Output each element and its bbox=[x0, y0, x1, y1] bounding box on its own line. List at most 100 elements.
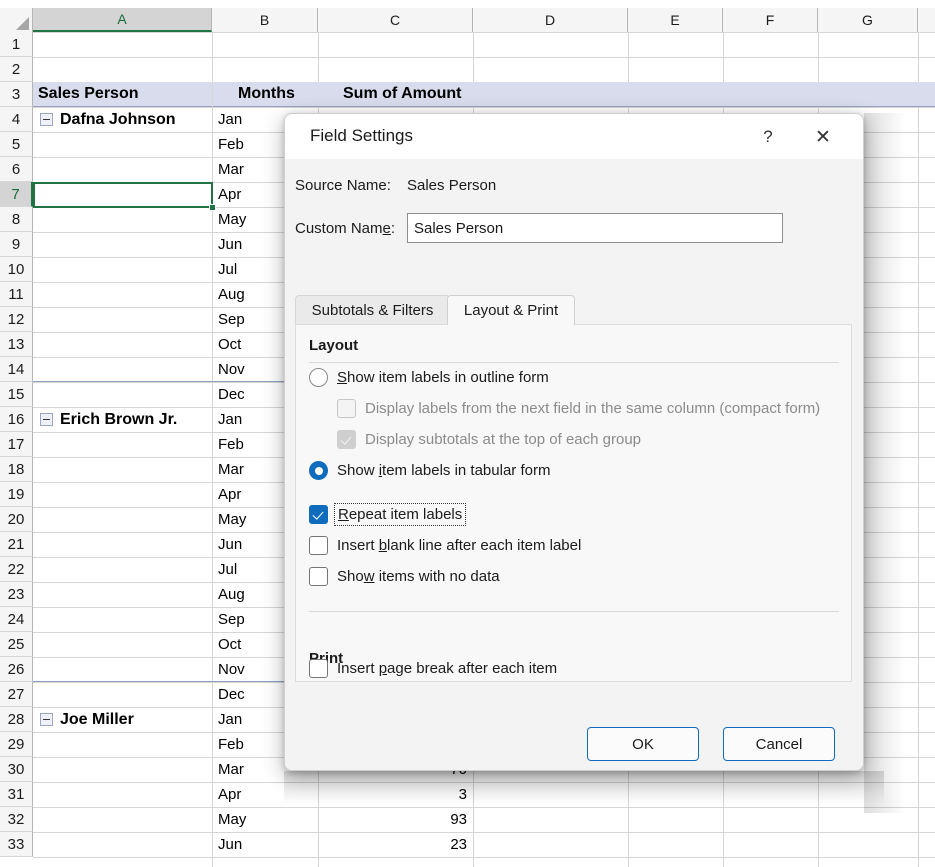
row-header-5[interactable]: 5 bbox=[0, 132, 33, 157]
group-separator bbox=[33, 381, 318, 382]
row-header-24[interactable]: 24 bbox=[0, 607, 33, 632]
pivot-header-months: Months bbox=[213, 82, 318, 107]
row-header-25[interactable]: 25 bbox=[0, 632, 33, 657]
row-header-7[interactable]: 7 bbox=[0, 182, 33, 207]
collapse-group-button[interactable] bbox=[40, 413, 53, 426]
column-header-g[interactable]: G bbox=[818, 8, 918, 32]
tab-subtotals-and-filters[interactable]: Subtotals & Filters bbox=[295, 295, 450, 325]
row-header-9[interactable]: 9 bbox=[0, 232, 33, 257]
option-label: Show item labels in tabular form bbox=[337, 462, 551, 479]
column-header-bar: ABCDEFG bbox=[0, 8, 935, 33]
row-header-33[interactable]: 33 bbox=[0, 832, 33, 857]
checkbox-repeat-item-labels[interactable]: Repeat item labels bbox=[309, 503, 467, 526]
column-header-f[interactable]: F bbox=[723, 8, 818, 32]
radio-show-item-labels-outline-form[interactable]: Show item labels in outline form bbox=[309, 368, 549, 387]
row-header-32[interactable]: 32 bbox=[0, 807, 33, 832]
option-label: Repeat item labels bbox=[333, 503, 467, 526]
select-all-corner[interactable] bbox=[0, 8, 33, 32]
cell-c32[interactable]: 93 bbox=[319, 807, 473, 832]
layout-and-print-panel: Layout Show item labels in outline form … bbox=[295, 324, 852, 682]
checkbox-show-items-with-no-data[interactable]: Show items with no data bbox=[309, 567, 500, 586]
checkbox-indicator bbox=[337, 399, 356, 418]
checkbox-display-subtotals-top: Display subtotals at the top of each gro… bbox=[337, 430, 641, 449]
cell-b33[interactable]: Jun bbox=[213, 832, 318, 857]
row-header-16[interactable]: 16 bbox=[0, 407, 33, 432]
collapse-group-button[interactable] bbox=[40, 113, 53, 126]
field-settings-dialog: Field Settings ? ✕ Source Name: Sales Pe… bbox=[284, 113, 864, 771]
row-header-20[interactable]: 20 bbox=[0, 507, 33, 532]
row-header-3[interactable]: 3 bbox=[0, 82, 33, 107]
checkbox-insert-blank-line[interactable]: Insert blank line after each item label bbox=[309, 536, 581, 555]
pivot-header-filler bbox=[473, 82, 935, 107]
row-header-11[interactable]: 11 bbox=[0, 282, 33, 307]
row-header-bar: 1 2 3 4 5 6 7 8 9 10 11 12 13 14 15 16 17 18 19 20 21 22 23 24 2… bbox=[0, 32, 33, 857]
collapse-group-button[interactable] bbox=[40, 713, 53, 726]
radio-show-item-labels-tabular-form[interactable]: Show item labels in tabular form bbox=[309, 461, 550, 480]
dialog-titlebar[interactable]: Field Settings ? ✕ bbox=[285, 114, 863, 159]
option-label: Insert blank line after each item label bbox=[337, 537, 582, 554]
row-header-6[interactable]: 6 bbox=[0, 157, 33, 182]
gridline-horizontal bbox=[33, 57, 935, 58]
custom-name-input[interactable] bbox=[407, 213, 783, 243]
gridline-horizontal bbox=[33, 857, 935, 858]
cell-c31[interactable]: 3 bbox=[319, 782, 473, 807]
close-icon[interactable]: ✕ bbox=[808, 122, 838, 152]
cell-b31[interactable]: Apr bbox=[213, 782, 318, 807]
tabstrip: Subtotals & Filters Layout & Print bbox=[295, 295, 855, 325]
row-header-1[interactable]: 1 bbox=[0, 32, 33, 57]
row-header-30[interactable]: 30 bbox=[0, 757, 33, 782]
group-separator bbox=[33, 681, 318, 682]
checkbox-indicator bbox=[309, 567, 328, 586]
row-header-18[interactable]: 18 bbox=[0, 457, 33, 482]
tab-layout-and-print[interactable]: Layout & Print bbox=[447, 295, 575, 325]
row-header-22[interactable]: 22 bbox=[0, 557, 33, 582]
row-header-21[interactable]: 21 bbox=[0, 532, 33, 557]
row-header-19[interactable]: 19 bbox=[0, 482, 33, 507]
option-label: Insert page break after each item bbox=[337, 660, 558, 677]
row-header-4[interactable]: 4 bbox=[0, 107, 33, 132]
column-header-d[interactable]: D bbox=[473, 8, 628, 32]
print-section-rule bbox=[309, 611, 839, 612]
row-header-8[interactable]: 8 bbox=[0, 207, 33, 232]
gridline-horizontal bbox=[33, 32, 935, 33]
row-header-10[interactable]: 10 bbox=[0, 257, 33, 282]
row-header-14[interactable]: 14 bbox=[0, 357, 33, 382]
cell-a4[interactable]: Dafna Johnson bbox=[55, 107, 212, 132]
dialog-body: Source Name: Sales Person Custom Name: S… bbox=[285, 159, 863, 721]
row-header-31[interactable]: 31 bbox=[0, 782, 33, 807]
row-header-2[interactable]: 2 bbox=[0, 57, 33, 82]
checkbox-insert-page-break[interactable]: Insert page break after each item bbox=[309, 659, 557, 678]
column-header-c[interactable]: C bbox=[318, 8, 473, 32]
row-header-23[interactable]: 23 bbox=[0, 582, 33, 607]
selected-cell-a7[interactable] bbox=[33, 182, 213, 208]
column-header-e[interactable]: E bbox=[628, 8, 723, 32]
cell-c33[interactable]: 23 bbox=[319, 832, 473, 857]
checkbox-indicator bbox=[337, 430, 356, 449]
radio-indicator bbox=[309, 461, 328, 480]
row-header-27[interactable]: 27 bbox=[0, 682, 33, 707]
row-header-12[interactable]: 12 bbox=[0, 307, 33, 332]
checkbox-indicator bbox=[309, 659, 328, 678]
checkbox-display-labels-compact-form: Display labels from the next field in th… bbox=[337, 399, 820, 418]
row-header-17[interactable]: 17 bbox=[0, 432, 33, 457]
excel-window: ABCDEFG 1 2 3 4 5 6 7 8 9 10 11 12 13 14 15 16 17 18 19 20 2… bbox=[0, 0, 935, 867]
row-header-29[interactable]: 29 bbox=[0, 732, 33, 757]
cell-a28[interactable]: Joe Miller bbox=[55, 707, 212, 732]
column-header-b[interactable]: B bbox=[212, 8, 318, 32]
column-header-a[interactable]: A bbox=[33, 8, 212, 32]
source-name-label: Source Name: bbox=[295, 177, 391, 194]
cancel-button[interactable]: Cancel bbox=[723, 727, 835, 761]
help-icon[interactable]: ? bbox=[753, 122, 783, 152]
row-header-26[interactable]: 26 bbox=[0, 657, 33, 682]
fill-handle[interactable] bbox=[209, 204, 216, 211]
row-header-13[interactable]: 13 bbox=[0, 332, 33, 357]
checkbox-indicator bbox=[309, 505, 328, 524]
row-header-15[interactable]: 15 bbox=[0, 382, 33, 407]
custom-name-row: Custom Name: bbox=[295, 213, 783, 243]
ok-button[interactable]: OK bbox=[587, 727, 699, 761]
custom-name-label: Custom Name: bbox=[295, 219, 396, 237]
layout-section-rule bbox=[309, 362, 839, 363]
cell-a16[interactable]: Erich Brown Jr. bbox=[55, 407, 212, 432]
row-header-28[interactable]: 28 bbox=[0, 707, 33, 732]
cell-b32[interactable]: May bbox=[213, 807, 318, 832]
